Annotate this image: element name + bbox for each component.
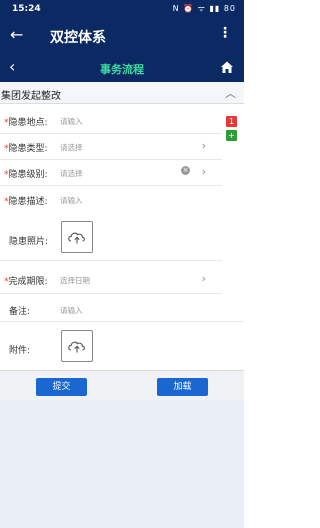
app-bar: ← 双控体系 ⋮ xyxy=(0,18,244,54)
deadline-date-picker[interactable]: 选择日期 xyxy=(60,275,90,286)
upload-cloud-icon xyxy=(68,232,85,244)
add-button[interactable]: + xyxy=(226,130,237,141)
action-bar: 提交 加载 xyxy=(0,370,244,400)
field-type-label: 隐患类型: xyxy=(8,144,48,154)
status-bar: 15:24 N ⏰ ᯤ ▮▮ 80 xyxy=(0,0,244,18)
remark-input[interactable]: 请输入 xyxy=(60,305,83,316)
section-title: 集团发起整改 xyxy=(1,91,61,102)
field-description-label: 隐患描述: xyxy=(8,197,48,207)
submit-button[interactable]: 提交 xyxy=(36,378,87,396)
home-icon[interactable] xyxy=(220,60,234,74)
divider xyxy=(0,260,222,261)
type-select[interactable]: 请选择 xyxy=(60,142,83,153)
more-menu-icon[interactable]: ⋮ xyxy=(218,25,232,41)
attachment-upload-button[interactable] xyxy=(61,330,93,362)
description-input[interactable]: 请输入 xyxy=(60,195,83,206)
divider xyxy=(0,133,222,134)
field-deadline-label: 完成期限: xyxy=(8,277,48,287)
divider xyxy=(0,321,244,322)
empty-area xyxy=(0,400,244,528)
clear-icon[interactable]: × xyxy=(181,166,190,175)
load-button[interactable]: 加载 xyxy=(157,378,208,396)
level-select[interactable]: 请选择 xyxy=(60,168,83,179)
app-title: 双控体系 xyxy=(50,30,106,46)
divider xyxy=(0,159,222,160)
chevron-up-icon[interactable]: ︿ xyxy=(225,85,236,101)
remove-button[interactable]: 1 xyxy=(226,116,237,127)
section-header[interactable]: 集团发起整改 ︿ xyxy=(0,82,244,104)
chevron-right-icon[interactable]: › xyxy=(202,139,206,152)
upload-cloud-icon xyxy=(68,341,85,353)
status-time: 15:24 xyxy=(12,4,41,14)
field-attachment-label: 附件: xyxy=(9,346,31,356)
sub-bar: ‹ 事务流程 xyxy=(0,54,244,82)
chevron-right-icon[interactable]: › xyxy=(202,165,206,178)
location-input[interactable]: 请输入 xyxy=(60,116,83,127)
page-title: 事务流程 xyxy=(100,63,144,76)
chevron-right-icon[interactable]: › xyxy=(202,272,206,285)
divider xyxy=(0,185,222,186)
field-location-label: 隐患地点: xyxy=(8,118,48,128)
divider xyxy=(0,293,222,294)
back-arrow-icon[interactable]: ← xyxy=(10,25,23,44)
field-level-label: 隐患级别: xyxy=(8,170,48,180)
field-remark-label: 备注: xyxy=(9,307,31,317)
field-photo-label: 隐患照片: xyxy=(9,237,49,247)
photo-upload-button[interactable] xyxy=(61,221,93,253)
status-icons: N ⏰ ᯤ ▮▮ 80 xyxy=(172,4,236,13)
